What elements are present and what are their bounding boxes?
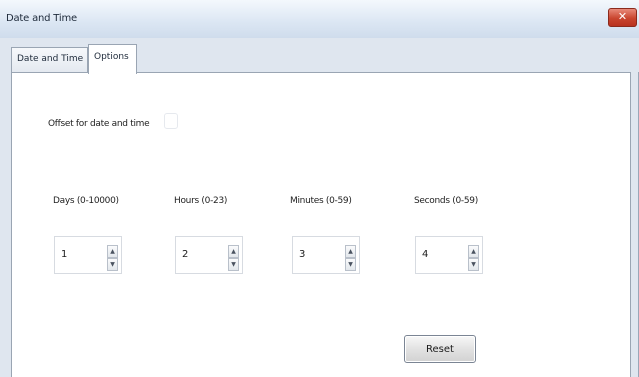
- options-panel: [11, 72, 631, 377]
- minutes-spin-down-button[interactable]: ▼: [345, 258, 356, 271]
- minutes-spin-up-button[interactable]: ▲: [345, 245, 356, 258]
- tab-options[interactable]: Options: [88, 44, 137, 74]
- hours-input[interactable]: [182, 244, 222, 264]
- hours-spin-up-button[interactable]: ▲: [228, 245, 239, 258]
- days-spin-down-button[interactable]: ▼: [107, 258, 118, 271]
- hours-label: Hours (0-23): [174, 196, 228, 206]
- days-input[interactable]: [61, 244, 101, 264]
- hours-spinner: ▲ ▼: [175, 236, 243, 274]
- seconds-spin-up-button[interactable]: ▲: [468, 245, 479, 258]
- offset-focus-box: [164, 113, 178, 129]
- date-time-dialog: Date and Time ✕ Date and Time Options Of…: [0, 0, 639, 377]
- arrow-down-icon: ▼: [231, 261, 236, 268]
- minutes-input[interactable]: [299, 244, 339, 264]
- close-icon: ✕: [617, 10, 628, 23]
- seconds-input[interactable]: [422, 244, 462, 264]
- hours-spin-down-button[interactable]: ▼: [228, 258, 239, 271]
- arrow-up-icon: ▲: [231, 248, 236, 255]
- reset-button[interactable]: Reset: [404, 335, 476, 363]
- seconds-label: Seconds (0-59): [414, 196, 478, 206]
- arrow-up-icon: ▲: [348, 248, 353, 255]
- arrow-down-icon: ▼: [471, 261, 476, 268]
- arrow-up-icon: ▲: [110, 248, 115, 255]
- tab-date-and-time[interactable]: Date and Time: [11, 47, 88, 72]
- arrow-up-icon: ▲: [471, 248, 476, 255]
- close-button[interactable]: ✕: [608, 8, 637, 27]
- offset-label: Offset for date and time: [48, 119, 150, 129]
- seconds-spinner: ▲ ▼: [415, 236, 483, 274]
- minutes-spinner: ▲ ▼: [292, 236, 360, 274]
- days-label: Days (0-10000): [53, 196, 119, 206]
- minutes-label: Minutes (0-59): [290, 196, 352, 206]
- window-title: Date and Time: [6, 13, 77, 24]
- arrow-down-icon: ▼: [348, 261, 353, 268]
- title-bar: Date and Time ✕: [0, 0, 639, 39]
- seconds-spin-down-button[interactable]: ▼: [468, 258, 479, 271]
- days-spinner: ▲ ▼: [54, 236, 122, 274]
- arrow-down-icon: ▼: [110, 261, 115, 268]
- days-spin-up-button[interactable]: ▲: [107, 245, 118, 258]
